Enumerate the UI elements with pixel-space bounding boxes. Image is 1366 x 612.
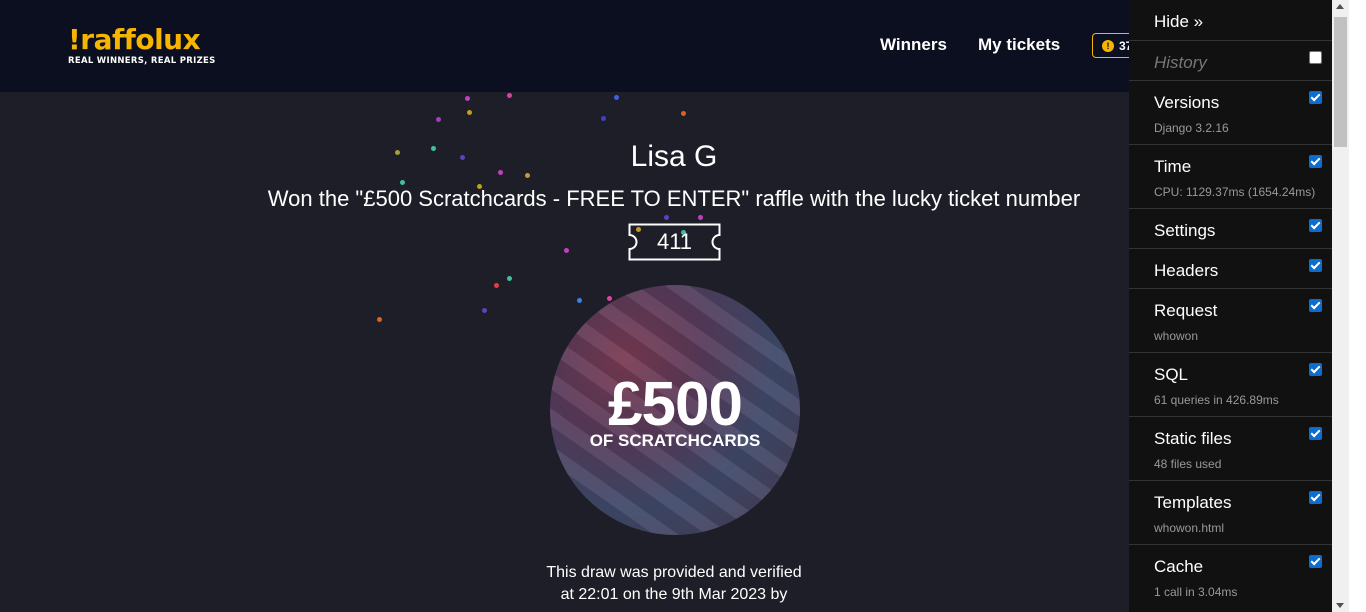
prize-amount: £500	[608, 370, 743, 439]
scroll-down-arrow-icon[interactable]	[1336, 603, 1344, 608]
panel-toggle-checkbox[interactable]	[1309, 91, 1322, 104]
scrollbar-thumb[interactable]	[1334, 17, 1347, 147]
raffolux-logo[interactable]: !raffolux REAL WINNERS, REAL PRIZES	[68, 23, 216, 67]
panel-static-files[interactable]: Static files 48 files used	[1129, 416, 1332, 480]
panel-title: Request	[1154, 301, 1218, 320]
nav-my-tickets-link[interactable]: My tickets	[978, 35, 1060, 55]
logo-wordmark: !raffolux	[68, 23, 201, 56]
panel-toggle-checkbox[interactable]	[1309, 491, 1322, 504]
window-edge	[1349, 0, 1366, 612]
scroll-up-arrow-icon[interactable]	[1336, 4, 1344, 9]
panel-request[interactable]: Request whowon	[1129, 288, 1332, 352]
panel-toggle-checkbox[interactable]	[1309, 155, 1322, 168]
panel-toggle-checkbox[interactable]	[1309, 259, 1322, 272]
panel-versions[interactable]: Versions Django 3.2.16	[1129, 80, 1332, 144]
panel-settings[interactable]: Settings	[1129, 208, 1332, 248]
panel-toggle-checkbox[interactable]	[1309, 51, 1322, 64]
panel-subtitle: whowon.html	[1154, 521, 1225, 535]
panel-title: Headers	[1154, 261, 1219, 280]
panel-title: Settings	[1154, 221, 1216, 240]
panel-cache[interactable]: Cache 1 call in 3.04ms	[1129, 544, 1332, 608]
panel-title: Versions	[1154, 93, 1220, 112]
panel-toggle-checkbox[interactable]	[1309, 555, 1322, 568]
panel-toggle-checkbox[interactable]	[1309, 363, 1322, 376]
panel-toggle-checkbox[interactable]	[1309, 219, 1322, 232]
panel-templates[interactable]: Templates whowon.html	[1129, 480, 1332, 544]
panel-subtitle: 1 call in 3.04ms	[1154, 585, 1238, 599]
debug-toolbar: Hide » History Versions Django 3.2.16 Ti…	[1129, 0, 1332, 612]
panel-subtitle: whowon	[1154, 329, 1199, 343]
panel-sql[interactable]: SQL 61 queries in 426.89ms	[1129, 352, 1332, 416]
debug-toolbar-hide-button[interactable]: Hide »	[1154, 12, 1203, 32]
coin-icon: !	[1102, 39, 1114, 52]
panel-title: SQL	[1154, 365, 1189, 384]
panel-title: Static files	[1154, 429, 1232, 448]
logo-tagline: REAL WINNERS, REAL PRIZES	[68, 56, 216, 66]
panel-title: Templates	[1154, 493, 1232, 512]
panel-toggle-checkbox[interactable]	[1309, 299, 1322, 312]
panel-subtitle: 61 queries in 426.89ms	[1154, 393, 1279, 407]
debug-toolbar-scrollbar[interactable]	[1332, 0, 1349, 612]
panel-headers[interactable]: Headers	[1129, 248, 1332, 288]
panel-toggle-checkbox[interactable]	[1309, 427, 1322, 440]
panel-time[interactable]: Time CPU: 1129.37ms (1654.24ms)	[1129, 144, 1332, 208]
panel-subtitle: CPU: 1129.37ms (1654.24ms)	[1154, 185, 1316, 199]
panel-subtitle: 48 files used	[1154, 457, 1222, 471]
ticket-number-badge: 411	[628, 223, 721, 261]
panel-title: Cache	[1154, 557, 1204, 576]
prize-image: £500 OF SCRATCHCARDS	[550, 285, 800, 535]
nav-winners-link[interactable]: Winners	[880, 35, 947, 55]
panel-title: Time	[1154, 157, 1192, 176]
ticket-number: 411	[656, 229, 693, 254]
panel-history[interactable]: History	[1129, 40, 1332, 80]
prize-subtitle: OF SCRATCHCARDS	[589, 431, 761, 450]
panel-subtitle: Django 3.2.16	[1154, 121, 1229, 135]
panel-title: History	[1154, 53, 1207, 72]
